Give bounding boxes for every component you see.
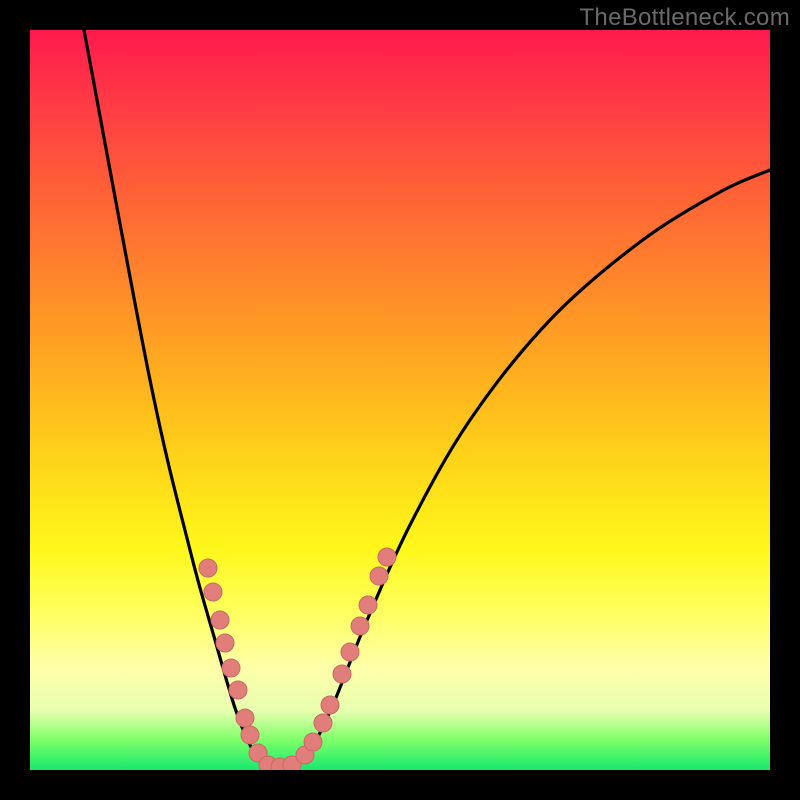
data-marker: [211, 611, 229, 629]
data-marker: [304, 733, 322, 751]
curve-layer: [84, 30, 770, 768]
plot-area: [30, 30, 770, 770]
chart-frame: TheBottleneck.com: [0, 0, 800, 800]
data-marker: [241, 726, 259, 744]
data-marker: [199, 559, 217, 577]
data-marker: [333, 665, 351, 683]
bottleneck-curve: [84, 30, 770, 768]
data-marker: [378, 548, 396, 566]
data-marker: [321, 696, 339, 714]
data-marker: [351, 617, 369, 635]
data-marker: [314, 714, 332, 732]
data-marker: [370, 567, 388, 585]
watermark-text: TheBottleneck.com: [579, 4, 790, 32]
data-marker: [236, 709, 254, 727]
data-marker: [229, 681, 247, 699]
data-marker: [204, 583, 222, 601]
chart-svg: [30, 30, 770, 770]
marker-layer: [199, 548, 396, 770]
data-marker: [216, 634, 234, 652]
data-marker: [222, 659, 240, 677]
data-marker: [341, 643, 359, 661]
data-marker: [359, 596, 377, 614]
